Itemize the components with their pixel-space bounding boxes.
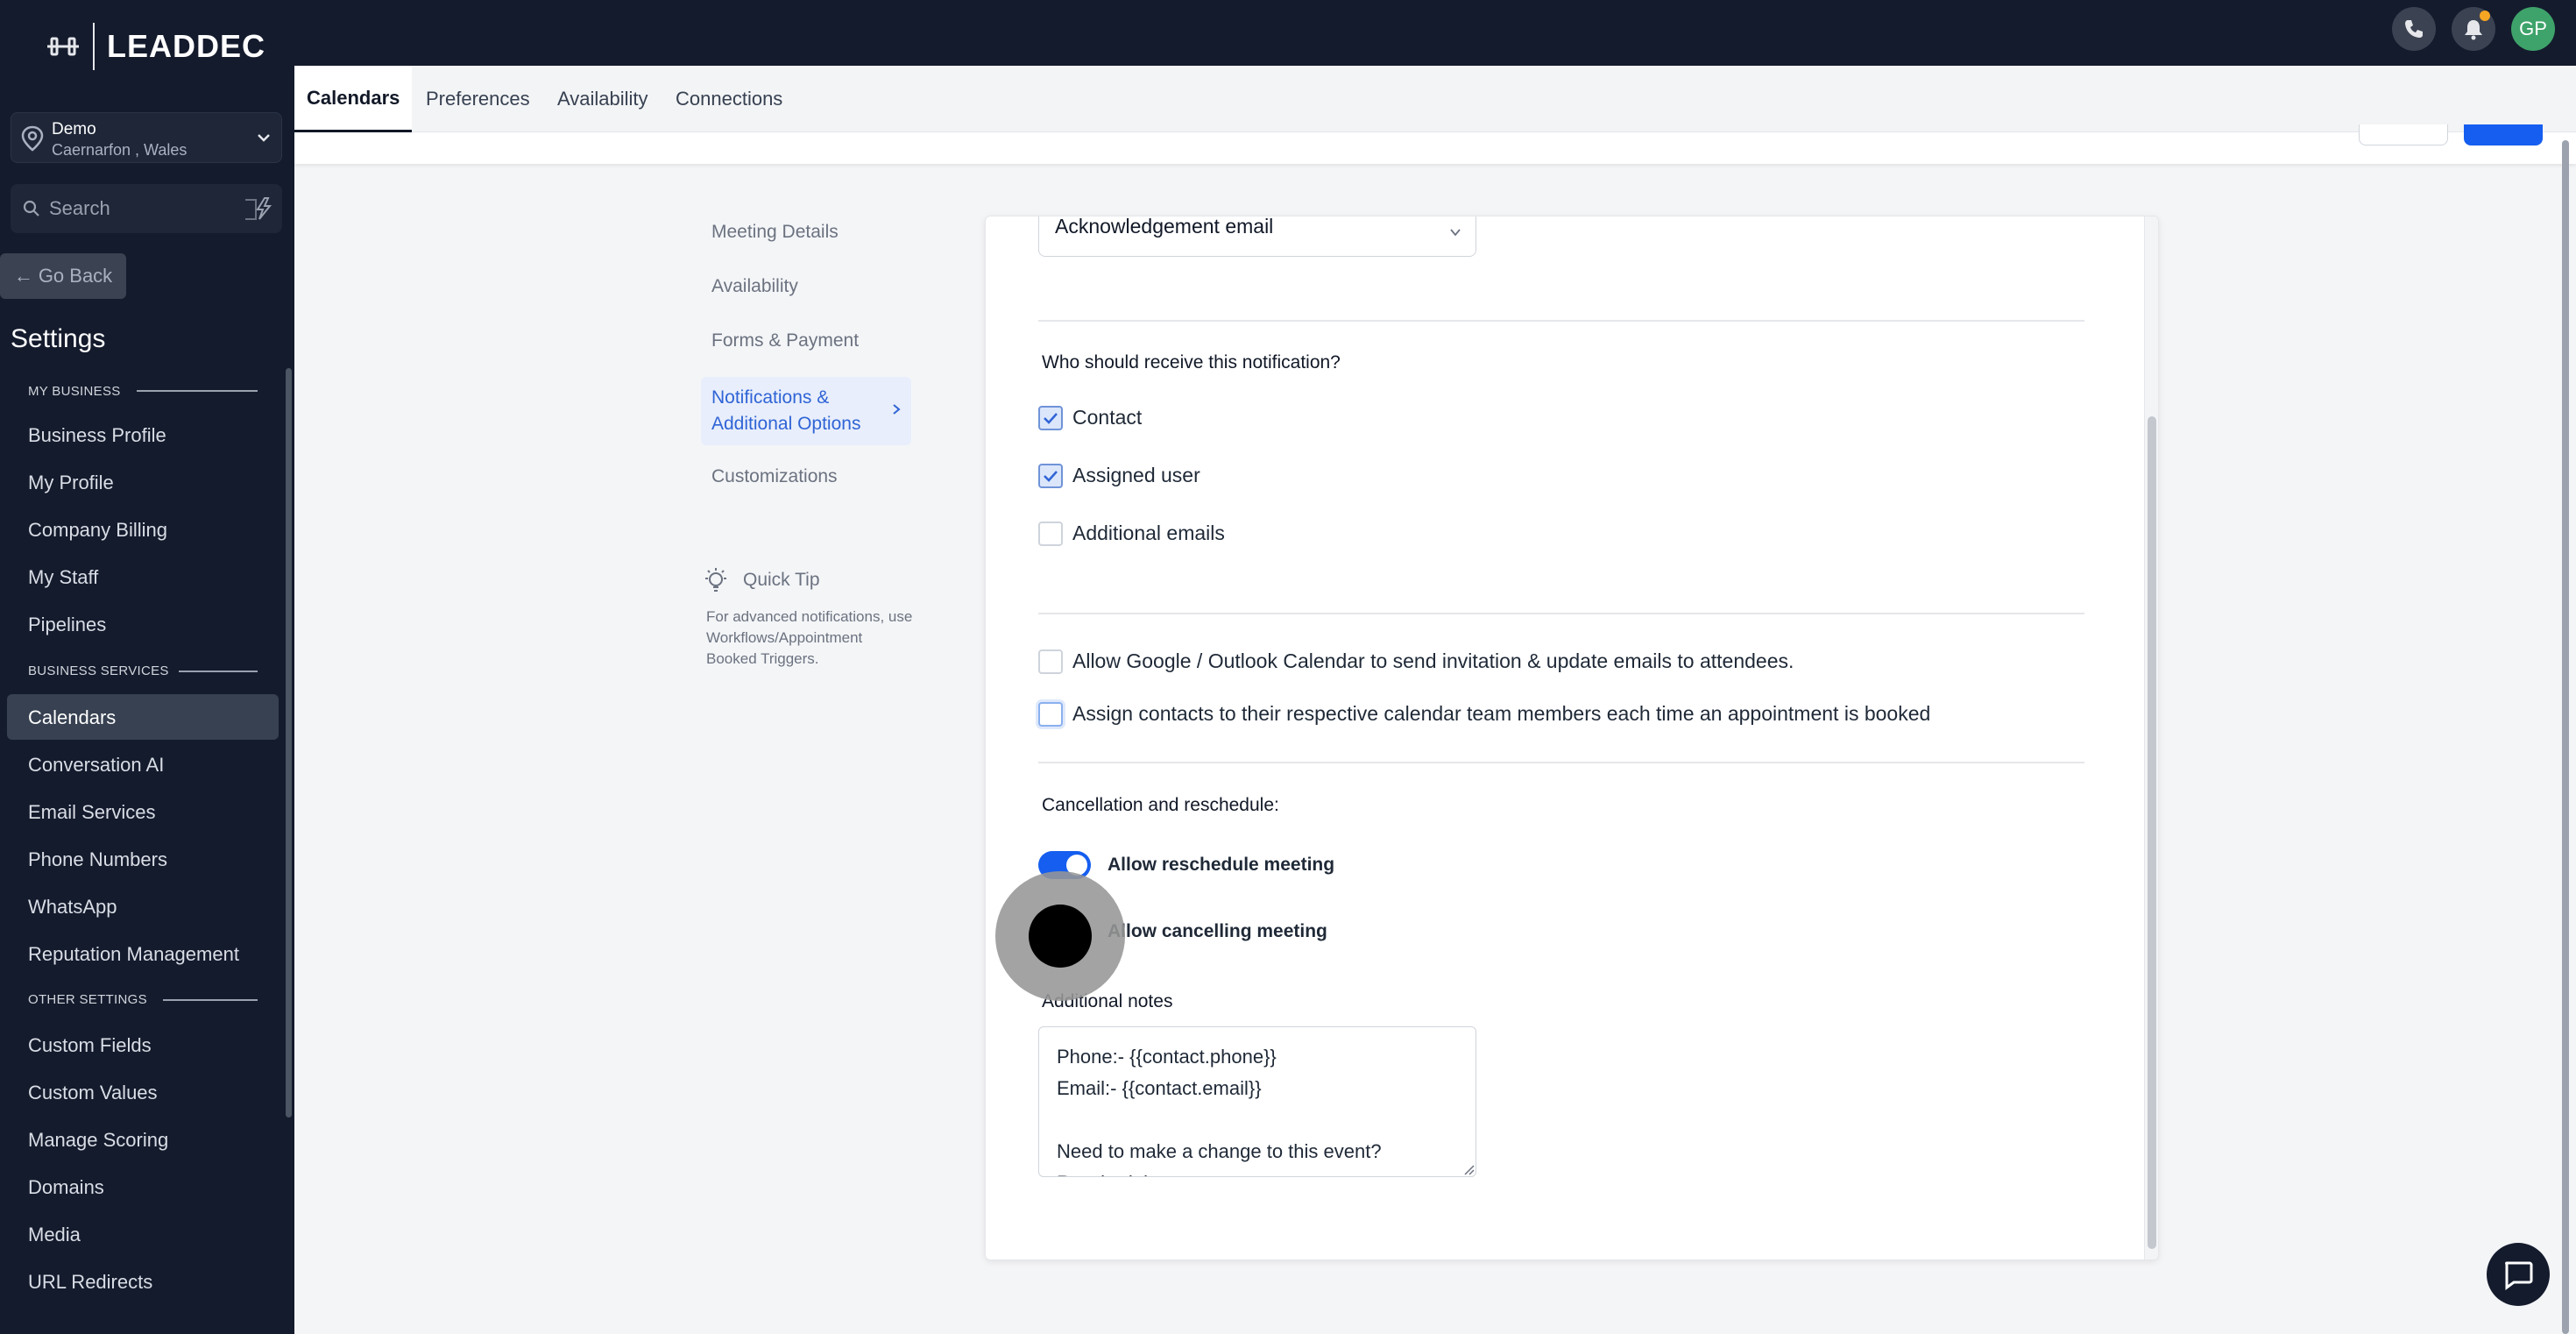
sidebar-item-my-staff[interactable]: My Staff xyxy=(28,566,98,589)
contact-checkbox-label: Contact xyxy=(1072,406,1143,429)
card-scrollbar-thumb[interactable] xyxy=(2148,416,2156,1249)
search-input[interactable] xyxy=(49,195,233,223)
tab-availability[interactable]: Availability xyxy=(557,66,648,132)
location-sub: Caernarfon , Wales xyxy=(52,141,188,159)
section-rule xyxy=(163,999,258,1001)
sidebar-item-custom-fields[interactable]: Custom Fields xyxy=(28,1034,152,1057)
sidebar-item-media[interactable]: Media xyxy=(28,1224,81,1246)
recipients-question: Who should receive this notification? xyxy=(1042,352,1341,373)
assign-contacts-checkbox-label: Assign contacts to their respective cale… xyxy=(1072,702,1931,725)
additional-emails-checkbox[interactable] xyxy=(1038,522,1063,546)
calendar-invite-checkbox[interactable] xyxy=(1038,649,1063,674)
sidebar-item-email-services[interactable]: Email Services xyxy=(28,801,155,824)
section-divider xyxy=(1038,613,2084,614)
check-icon xyxy=(1044,471,1058,482)
settings-heading: Settings xyxy=(11,324,106,353)
header-secondary-button[interactable] xyxy=(2359,124,2448,145)
chevron-down-icon xyxy=(258,134,270,142)
chat-widget-button[interactable] xyxy=(2487,1243,2550,1306)
sidebar-item-conversation-ai[interactable]: Conversation AI xyxy=(28,754,164,777)
sidebar-scrollbar[interactable] xyxy=(286,368,292,1118)
chat-bubble-icon xyxy=(2505,1261,2533,1290)
step-customizations[interactable]: Customizations xyxy=(701,466,911,487)
phone-button[interactable] xyxy=(2392,7,2436,51)
contact-checkbox[interactable] xyxy=(1038,406,1063,430)
sidebar-item-reputation-management[interactable]: Reputation Management xyxy=(28,943,239,966)
brand-logo[interactable]: LEADDEC xyxy=(46,23,265,70)
email-template-value: Acknowledgement email xyxy=(1055,216,1274,238)
check-icon xyxy=(1044,413,1058,424)
allow-reschedule-label: Allow reschedule meeting xyxy=(1108,855,1335,875)
sidebar-item-url-redirects[interactable]: URL Redirects xyxy=(28,1271,152,1294)
tab-calendars[interactable]: Calendars xyxy=(294,66,413,132)
additional-notes-textarea[interactable]: Phone:- {{contact.phone}} Email:- {{cont… xyxy=(1038,1026,1476,1177)
sidebar-item-company-billing[interactable]: Company Billing xyxy=(28,519,167,542)
page-scrollbar[interactable] xyxy=(2562,140,2569,1334)
sidebar-item-phone-numbers[interactable]: Phone Numbers xyxy=(28,848,167,871)
section-rule xyxy=(137,390,258,392)
sidebar: LEADDEC Demo Caernarfon , Wales ← Go Bac… xyxy=(0,0,294,1334)
editor-header-strip xyxy=(294,132,2576,164)
quick-tip-body: For advanced notifications, use Workflow… xyxy=(706,608,913,667)
tab-connections[interactable]: Connections xyxy=(676,66,782,132)
logo-divider xyxy=(93,23,95,70)
chevron-down-icon xyxy=(1450,229,1461,237)
section-rule xyxy=(179,671,258,672)
sidebar-item-manage-scoring[interactable]: Manage Scoring xyxy=(28,1129,168,1152)
quick-tip-title: Quick Tip xyxy=(743,570,820,590)
step-meeting-details[interactable]: Meeting Details xyxy=(701,222,911,243)
chevron-right-icon xyxy=(893,404,901,415)
assigned-user-checkbox[interactable] xyxy=(1038,464,1063,488)
section-heading-business-services: BUSINESS SERVICES xyxy=(28,663,169,678)
email-template-select[interactable]: Acknowledgement email xyxy=(1038,216,1476,257)
sidebar-item-domains[interactable]: Domains xyxy=(28,1176,104,1199)
allow-cancelling-label: Allow cancelling meeting xyxy=(1108,921,1327,941)
sidebar-search xyxy=(11,184,282,233)
settings-tabs: Calendars Preferences Availability Conne… xyxy=(294,66,2576,132)
resize-handle-icon[interactable] xyxy=(1462,1163,1475,1175)
sidebar-item-pipelines[interactable]: Pipelines xyxy=(28,614,106,636)
section-divider xyxy=(1038,762,2084,763)
sidebar-item-my-profile[interactable]: My Profile xyxy=(28,472,114,494)
dumbbell-icon xyxy=(47,37,79,56)
section-heading-my-business: MY BUSINESS xyxy=(28,384,121,399)
go-back-button[interactable]: ← Go Back xyxy=(0,253,126,299)
sidebar-item-calendars[interactable]: Calendars xyxy=(28,706,116,729)
lightning-shortcut-icon[interactable] xyxy=(244,196,273,221)
top-bar-actions: GP xyxy=(2392,7,2555,51)
assign-contacts-checkbox[interactable] xyxy=(1038,702,1063,727)
cancellation-heading: Cancellation and reschedule: xyxy=(1042,795,1279,815)
arrow-left-icon: ← xyxy=(13,265,33,287)
allow-cancelling-toggle[interactable] xyxy=(1029,905,1092,968)
brand-name: LEADDEC xyxy=(107,28,266,64)
notification-dot xyxy=(2480,11,2490,21)
additional-emails-checkbox-label: Additional emails xyxy=(1072,522,1225,544)
assigned-user-checkbox-label: Assigned user xyxy=(1072,464,1200,486)
go-back-label: Go Back xyxy=(38,265,113,287)
calendar-invite-checkbox-label: Allow Google / Outlook Calendar to send … xyxy=(1072,649,1794,672)
user-avatar[interactable]: GP xyxy=(2511,7,2555,51)
sidebar-item-business-profile[interactable]: Business Profile xyxy=(28,424,166,447)
map-pin-icon xyxy=(21,125,44,152)
phone-icon xyxy=(2405,20,2423,38)
section-heading-other-settings: OTHER SETTINGS xyxy=(28,992,147,1007)
step-label: Notifications & Additional Options xyxy=(711,387,861,434)
location-switcher[interactable]: Demo Caernarfon , Wales xyxy=(11,112,282,163)
bell-icon xyxy=(2465,20,2482,40)
step-availability[interactable]: Availability xyxy=(701,276,911,297)
top-bar: GP xyxy=(294,0,2576,66)
location-name: Demo xyxy=(52,120,96,138)
lightbulb-icon xyxy=(705,568,726,592)
search-icon xyxy=(23,200,39,216)
notifications-button[interactable] xyxy=(2452,7,2495,51)
notifications-card: Acknowledgement email Who should receive… xyxy=(985,216,2159,1260)
sidebar-item-whatsapp[interactable]: WhatsApp xyxy=(28,896,117,919)
header-primary-button[interactable] xyxy=(2464,124,2543,145)
step-notifications-additional-options[interactable]: Notifications & Additional Options xyxy=(701,377,911,445)
step-forms-payment[interactable]: Forms & Payment xyxy=(701,330,911,351)
section-divider xyxy=(1038,320,2084,322)
sidebar-item-custom-values[interactable]: Custom Values xyxy=(28,1082,158,1104)
tab-preferences[interactable]: Preferences xyxy=(426,66,530,132)
